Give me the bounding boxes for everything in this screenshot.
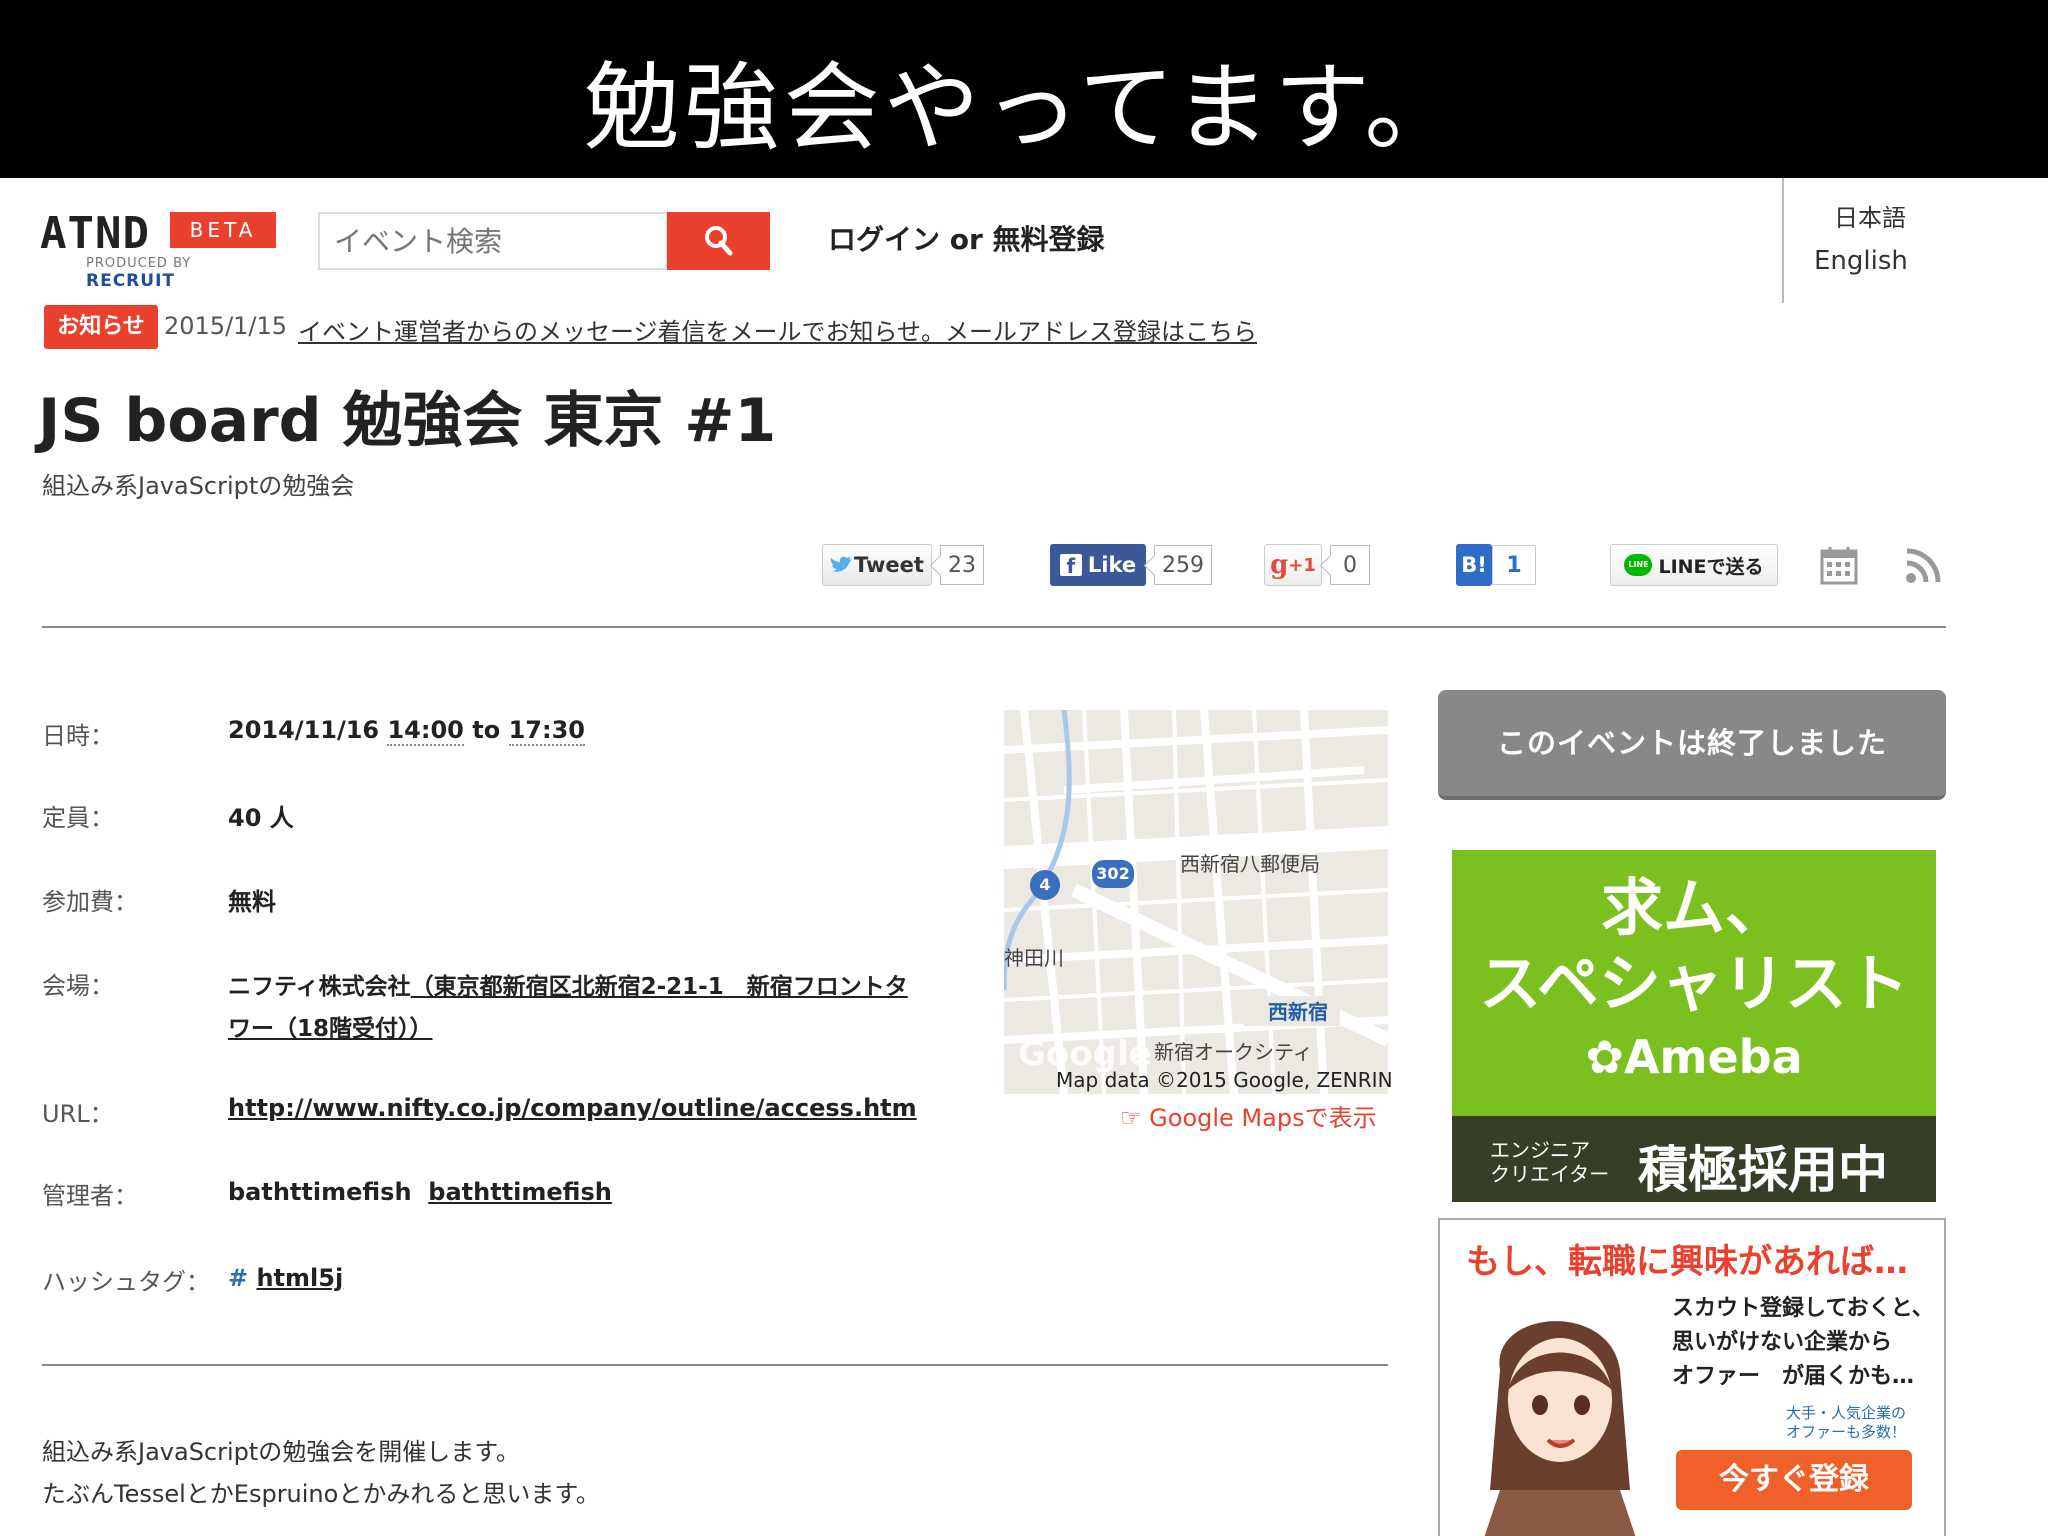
url-link[interactable]: http://www.nifty.co.jp/company/outline/a… bbox=[228, 1094, 917, 1122]
line-widget: LINE LINEで送る bbox=[1610, 542, 1778, 588]
calendar-widget bbox=[1820, 542, 1858, 588]
tweet-button[interactable]: Tweet bbox=[822, 544, 932, 586]
hashtag-link[interactable]: html5j bbox=[256, 1264, 343, 1292]
venue-value: ニフティ株式会社（東京都新宿区北新宿2-21-1 新宿フロントタ ワー（18階受… bbox=[228, 974, 908, 1042]
beta-badge: BETA bbox=[170, 212, 276, 248]
tweet-widget: Tweet 23 bbox=[822, 542, 984, 588]
produced-by: PRODUCED BY RECRUIT bbox=[86, 256, 192, 291]
hashtag-icon: # bbox=[228, 1264, 249, 1292]
map-label-tower: 新宿オークシティ bbox=[1154, 1040, 1313, 1064]
rss-widget bbox=[1904, 542, 1944, 588]
line-icon: LINE bbox=[1624, 554, 1653, 576]
ad2-headline: もし、転職に興味があれば… bbox=[1466, 1242, 1908, 1282]
ameba-recruit-banner[interactable]: 求ム、 スペシャリスト ✿Ameba エンジニア クリエイター 積極採用中 bbox=[1452, 850, 1936, 1202]
venue-address-link-2[interactable]: ワー（18階受付）） bbox=[228, 1016, 433, 1042]
divider-top bbox=[42, 626, 1946, 628]
event-ended-button[interactable]: このイベントは終了しました bbox=[1438, 690, 1946, 800]
rss-icon[interactable] bbox=[1904, 545, 1944, 585]
calendar-icon[interactable] bbox=[1820, 545, 1858, 585]
search-button[interactable] bbox=[667, 212, 770, 270]
like-widget: f Like 259 bbox=[1050, 542, 1212, 588]
start-time: 14:00 bbox=[387, 716, 464, 746]
divider-bottom bbox=[42, 1364, 1388, 1366]
google-map[interactable]: 302 4 西新宿八郵便局 神田川 西新宿 新宿オークシティ Google bbox=[1004, 710, 1388, 1094]
admin-value: bathttimefish bathttimefish bbox=[228, 1178, 612, 1206]
map-attribution: Map data ©2015 Google, ZENRIN bbox=[1056, 1068, 1393, 1092]
map-label-station: 西新宿 bbox=[1268, 1000, 1328, 1024]
lang-japanese[interactable]: 日本語 bbox=[1834, 198, 1906, 233]
ad2-body-text: スカウト登録しておくと、 思いがけない企業から オファー が届くかも… bbox=[1672, 1296, 1934, 1389]
twitter-bird-icon bbox=[830, 556, 853, 572]
capacity-value: 40 人 bbox=[228, 804, 294, 832]
google-plus-button[interactable]: g +1 bbox=[1264, 544, 1322, 586]
scout-signup-ad[interactable]: もし、転職に興味があれば… スカウト登録しておくと、 思いがけない企業から オファー… bbox=[1438, 1218, 1946, 1536]
datetime-value: 2014/11/16 14:00 to 17:30 bbox=[228, 716, 585, 746]
notice-date: 2015/1/15 bbox=[164, 312, 288, 340]
facebook-like-button[interactable]: f Like bbox=[1050, 544, 1146, 586]
description-line-2: たぶんTesselとかEspruinoとかみれると思います。 bbox=[42, 1480, 600, 1508]
description-line-1: 組込み系JavaScriptの勉強会を開催します。 bbox=[42, 1438, 520, 1466]
login-link[interactable]: ログイン or 無料登録 bbox=[828, 218, 1105, 258]
hatena-count: 1 bbox=[1492, 545, 1536, 585]
venue-address-link[interactable]: （東京都新宿区北新宿2-21-1 新宿フロントタ bbox=[411, 974, 908, 1000]
event-subtitle: 組込み系JavaScriptの勉強会 bbox=[42, 472, 355, 500]
hashtag-label: ハッシュタグ： bbox=[42, 1268, 210, 1296]
slide-title: 勉強会やってます。 bbox=[583, 52, 1465, 164]
facebook-icon: f bbox=[1059, 554, 1082, 578]
map-label-post-office: 西新宿八郵便局 bbox=[1180, 852, 1320, 876]
line-share-button[interactable]: LINE LINEで送る bbox=[1610, 544, 1778, 586]
hatena-bookmark-button[interactable]: B! bbox=[1456, 544, 1492, 586]
register-now-button[interactable]: 今すぐ登録 bbox=[1676, 1450, 1912, 1510]
atnd-logo[interactable]: ATND BETA PRODUCED BY RECRUIT bbox=[40, 206, 280, 291]
venue-label: 会場： bbox=[42, 972, 114, 1000]
search-bar bbox=[318, 212, 770, 270]
event-title: JS board 勉強会 東京 #1 bbox=[38, 386, 777, 456]
search-icon bbox=[704, 226, 732, 256]
admin-link[interactable]: bathttimefish bbox=[428, 1178, 612, 1206]
lang-english[interactable]: English bbox=[1814, 246, 1908, 276]
route-302-shield: 302 bbox=[1092, 860, 1134, 888]
ad1-title: 求ム、 スペシャリスト bbox=[1479, 871, 1909, 1020]
map-label-river: 神田川 bbox=[1004, 946, 1064, 970]
ad1-big-text: 積極採用中 bbox=[1638, 1141, 1888, 1199]
fee-label: 参加費： bbox=[42, 888, 138, 916]
logo-text: ATND bbox=[40, 208, 150, 259]
google-maps-link[interactable]: ☞ Google Mapsで表示 bbox=[1120, 1098, 1377, 1133]
gplus-count: 0 bbox=[1330, 545, 1370, 585]
language-switcher bbox=[1782, 178, 2048, 303]
like-count: 259 bbox=[1154, 545, 1212, 585]
fee-value: 無料 bbox=[228, 888, 276, 916]
tweet-count: 23 bbox=[940, 545, 984, 585]
ameba-icon: ✿ bbox=[1585, 1030, 1624, 1084]
hashtag-value: # html5j bbox=[228, 1264, 343, 1292]
illustrated-woman-image bbox=[1484, 1321, 1636, 1536]
admin-label: 管理者： bbox=[42, 1182, 138, 1210]
ad2-note: 大手・人気企業の オファーも多数！ bbox=[1786, 1404, 1907, 1441]
ameba-logo: ✿Ameba bbox=[1585, 1030, 1803, 1084]
gplus-widget: g +1 0 bbox=[1264, 542, 1370, 588]
notice-badge: お知らせ bbox=[44, 305, 158, 349]
notice-link[interactable]: イベント運営者からのメッセージ着信をメールでお知らせ。メールアドレス登録はこちら bbox=[298, 312, 1257, 347]
hatena-widget: B! 1 bbox=[1456, 542, 1536, 588]
capacity-label: 定員： bbox=[42, 804, 114, 832]
end-time: 17:30 bbox=[508, 716, 585, 746]
google-plus-icon: g bbox=[1270, 550, 1289, 580]
ad1-small-text: エンジニア クリエイター bbox=[1490, 1138, 1610, 1186]
url-label: URL： bbox=[42, 1100, 114, 1128]
route-4-shield: 4 bbox=[1030, 870, 1060, 900]
datetime-label: 日時： bbox=[42, 722, 114, 750]
event-search-input[interactable] bbox=[318, 212, 668, 270]
hand-pointer-icon: ☞ bbox=[1120, 1104, 1150, 1132]
